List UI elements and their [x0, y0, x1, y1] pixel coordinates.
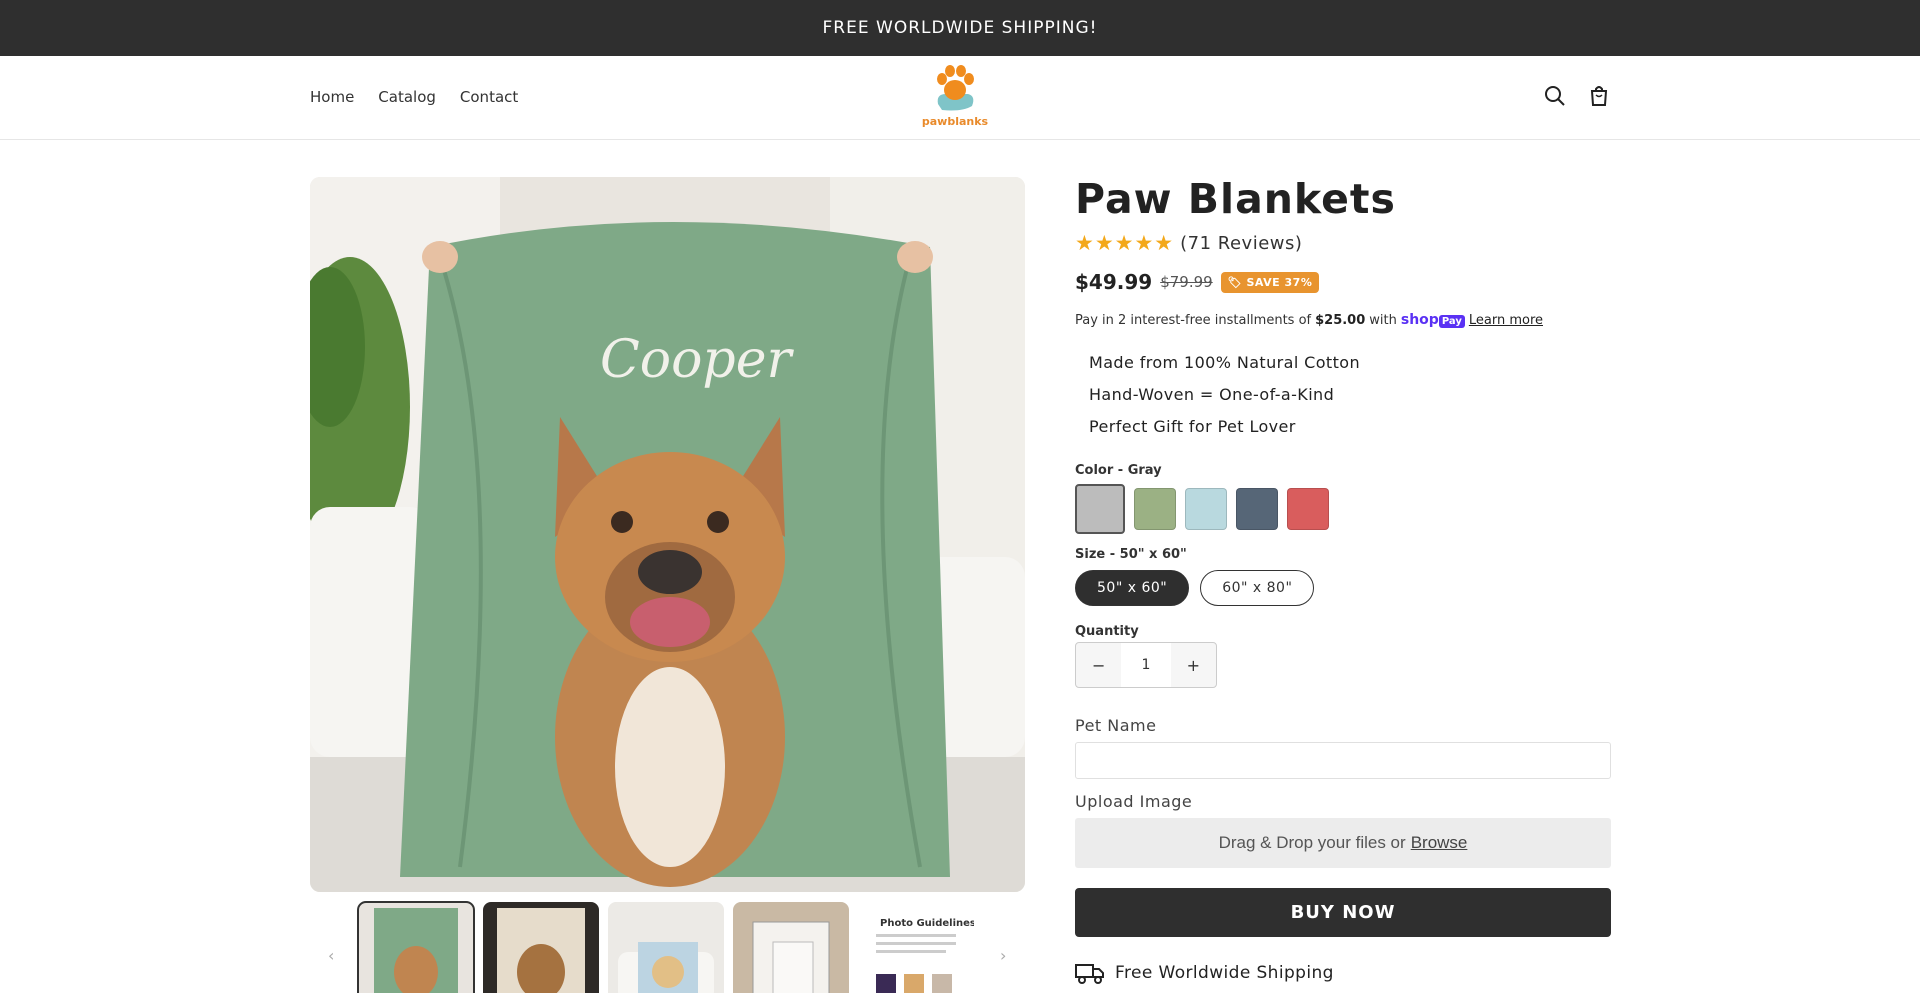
feature-list: Made from 100% Natural Cotton Hand-Woven…: [1089, 352, 1360, 448]
site-logo[interactable]: pawblanks: [920, 64, 990, 130]
minus-icon[interactable]: −: [1076, 656, 1121, 675]
swatch-light-blue[interactable]: [1185, 488, 1227, 530]
thumbnail-3[interactable]: [608, 902, 724, 993]
nav-home[interactable]: Home: [310, 88, 354, 106]
nav-contact[interactable]: Contact: [460, 88, 518, 106]
thumbnail-5[interactable]: Photo Guidelines: [858, 902, 974, 993]
product-title: Paw Blankets: [1075, 175, 1396, 223]
size-option-60x80[interactable]: 60" x 80": [1200, 570, 1315, 606]
paw-logo-icon: [937, 65, 974, 111]
swatch-red[interactable]: [1287, 488, 1329, 530]
thumb-next-icon[interactable]: ›: [1000, 946, 1006, 965]
browse-link[interactable]: Browse: [1411, 833, 1468, 853]
thumbnail-1[interactable]: [357, 901, 475, 993]
review-count: (71 Reviews): [1180, 232, 1303, 254]
thumb-prev-icon[interactable]: ‹: [328, 946, 334, 965]
announcement-text: FREE WORLDWIDE SHIPPING!: [822, 18, 1098, 38]
cart-icon[interactable]: [1587, 84, 1613, 110]
pet-name-input[interactable]: [1075, 742, 1611, 779]
feature-item: Perfect Gift for Pet Lover: [1089, 417, 1296, 436]
color-swatches: [1075, 484, 1329, 534]
blanket-name-text: Cooper: [600, 330, 794, 390]
upload-label: Upload Image: [1075, 792, 1193, 811]
size-option-50x60[interactable]: 50" x 60": [1075, 570, 1190, 606]
nav-catalog[interactable]: Catalog: [378, 88, 436, 106]
sale-price: $49.99: [1075, 270, 1153, 294]
feature-item: Made from 100% Natural Cotton: [1089, 353, 1360, 372]
price-row: $49.99 $79.99 🏷 SAVE 37%: [1075, 270, 1320, 294]
thumbnail-strip: ‹ Photo Guidelines ›: [310, 901, 1025, 993]
installments-note: Pay in 2 interest-free installments of $…: [1075, 312, 1543, 328]
plus-icon[interactable]: +: [1171, 656, 1216, 675]
thumbnail-4[interactable]: [733, 902, 849, 993]
announcement-bar: FREE WORLDWIDE SHIPPING!: [0, 0, 1920, 56]
truck-icon: [1075, 964, 1104, 984]
shipping-text: Free Worldwide Shipping: [1115, 963, 1334, 983]
logo-text: pawblanks: [921, 115, 989, 128]
svg-text:Photo Guidelines: Photo Guidelines: [880, 918, 974, 929]
pet-name-label: Pet Name: [1075, 716, 1157, 735]
swatch-gray[interactable]: [1075, 484, 1125, 534]
main-product-image[interactable]: Cooper: [310, 177, 1025, 892]
save-badge: 🏷 SAVE 37%: [1220, 271, 1320, 293]
upload-dropzone[interactable]: Drag & Drop your files or Browse: [1075, 818, 1611, 868]
quantity-input[interactable]: 1: [1121, 643, 1171, 687]
rating[interactable]: ★★★★★ (71 Reviews): [1075, 231, 1302, 255]
quantity-stepper: − 1 +: [1075, 642, 1217, 688]
feature-item: Hand-Woven = One-of-a-Kind: [1089, 385, 1335, 404]
quantity-label: Quantity: [1075, 624, 1139, 639]
shipping-note: Free Worldwide Shipping: [1075, 962, 1334, 984]
swatch-slate[interactable]: [1236, 488, 1278, 530]
buy-now-button[interactable]: BUY NOW: [1075, 888, 1611, 937]
swatch-sage[interactable]: [1134, 488, 1176, 530]
learn-more-link[interactable]: Learn more: [1469, 313, 1543, 328]
main-nav: Home Catalog Contact: [310, 88, 518, 106]
search-icon[interactable]: [1543, 84, 1569, 110]
color-label: Color - Gray: [1075, 463, 1162, 478]
compare-price: $79.99: [1160, 273, 1213, 291]
shop-pay-logo: shop Pay: [1401, 312, 1465, 328]
site-header: Home Catalog Contact pawblanks: [0, 56, 1920, 140]
size-label: Size - 50" x 60": [1075, 547, 1187, 562]
thumbnail-2[interactable]: [483, 902, 599, 993]
star-rating-icon: ★★★★★: [1075, 231, 1175, 255]
size-options: 50" x 60" 60" x 80": [1075, 570, 1315, 606]
